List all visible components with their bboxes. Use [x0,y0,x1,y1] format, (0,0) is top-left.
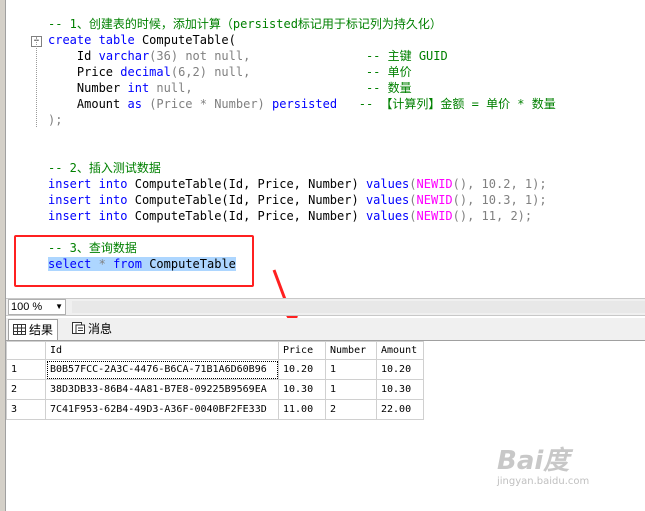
column-header-number[interactable]: Number [325,341,377,360]
column-header-id[interactable]: Id [45,341,279,360]
watermark-url: jingyan.baidu.com [497,476,590,487]
tab-results-label: 结果 [29,323,54,337]
cell-id[interactable]: 7C41F953-62B4-49D3-A36F-0040BF2FE33D [45,399,279,420]
code-line-col-number: Number int null, -- 数量 [76,81,412,95]
results-table: Id Price Number Amount 1 B0B57FCC-2A3C-4… [6,341,424,420]
cell-id[interactable]: B0B57FCC-2A3C-4476-B6CA-71B1A6D60B96 [45,359,279,380]
tab-messages[interactable]: 消息 [68,319,116,339]
table-row: 1 B0B57FCC-2A3C-4476-B6CA-71B1A6D60B96 1… [6,359,424,380]
column-header-amount[interactable]: Amount [376,341,424,360]
cell-number[interactable]: 1 [325,379,377,400]
zoom-bar: 100 % ▼ [6,298,645,316]
message-icon [72,320,85,340]
code-line-col-amount: Amount as (Price * Number) persisted -- … [76,97,556,111]
cell-amount[interactable]: 10.20 [376,359,424,380]
code-comment-1: -- 1、创建表的时候，添加计算（persisted标记用于标记列为持久化） [48,17,442,31]
row-number[interactable]: 1 [6,359,46,380]
row-number[interactable]: 3 [6,399,46,420]
code-line-col-id: Id varchar(36) not null, -- 主键 GUID [76,49,448,63]
tab-messages-label: 消息 [88,322,113,336]
cell-amount[interactable]: 10.30 [376,379,424,400]
corner-cell[interactable] [6,341,46,360]
horizontal-scrollbar[interactable] [72,301,645,313]
table-header-row: Id Price Number Amount [6,341,424,360]
cell-price[interactable]: 11.00 [278,399,326,420]
column-header-price[interactable]: Price [278,341,326,360]
code-line-col-price: Price decimal(6,2) null, -- 单价 [76,65,412,79]
chevron-down-icon: ▼ [55,302,63,311]
grid-icon [13,321,26,341]
row-number[interactable]: 2 [6,379,46,400]
code-comment-2: -- 2、插入测试数据 [48,161,161,175]
zoom-value: 100 % [11,301,43,313]
cell-id[interactable]: 38D3DB33-86B4-4A81-B7E8-09225B9569EA [45,379,279,400]
cell-price[interactable]: 10.20 [278,359,326,380]
baidu-watermark: Bai度 jingyan.baidu.com [497,440,589,487]
cell-number[interactable]: 2 [325,399,377,420]
tab-results[interactable]: 结果 [8,319,59,341]
code-line-insert-1: insert into ComputeTable(Id, Price, Numb… [48,177,547,191]
result-tabs: 结果 消息 [6,318,645,341]
table-row: 2 38D3DB33-86B4-4A81-B7E8-09225B9569EA 1… [6,379,424,400]
outline-guide [36,37,37,127]
code-line-insert-3: insert into ComputeTable(Id, Price, Numb… [48,209,533,223]
code-line-close: ); [48,113,63,127]
cell-price[interactable]: 10.30 [278,379,326,400]
annotation-highlight-box [14,235,254,287]
zoom-select[interactable]: 100 % ▼ [8,299,66,315]
code-line-create: create table ComputeTable( [48,33,236,47]
cell-number[interactable]: 1 [325,359,377,380]
table-row: 3 7C41F953-62B4-49D3-A36F-0040BF2FE33D 1… [6,399,424,420]
code-line-insert-2: insert into ComputeTable(Id, Price, Numb… [48,193,547,207]
cell-amount[interactable]: 22.00 [376,399,424,420]
watermark-logo: Bai度 [497,446,570,476]
